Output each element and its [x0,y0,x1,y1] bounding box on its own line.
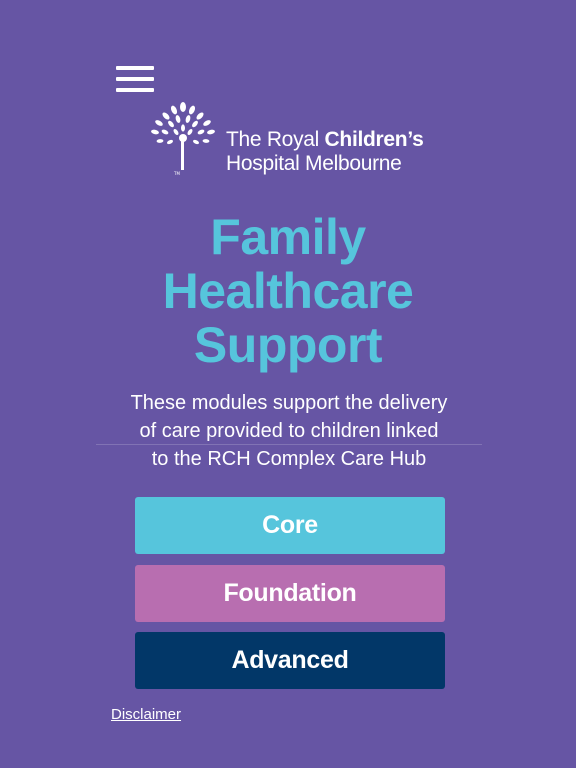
tree-logo-icon: TM [151,102,215,176]
logo-text: The Royal Children’s Hospital Melbourne [226,128,424,176]
intro-line: to the RCH Complex Care Hub [151,448,427,470]
trademark-mark: TM [173,171,180,176]
logo-line-2: Hospital Melbourne [226,152,402,175]
title-line: Family [210,209,366,265]
disclaimer-link[interactable]: Disclaimer [111,706,181,723]
logo-line-1: The Royal Children’s [226,128,424,151]
title-line: Healthcare [162,263,414,319]
foundation-module-button[interactable]: Foundation [135,565,445,622]
divider [96,444,482,445]
rch-logo: TM The Royal Children’s Hospital Melbour… [150,102,440,177]
hamburger-menu-icon [116,66,154,70]
title-line: Support [193,317,383,373]
page-title: Family Healthcare Support [0,210,576,372]
menu-button[interactable] [116,64,154,94]
intro-text: These modules support the delivery of ca… [96,389,482,473]
advanced-module-button[interactable]: Advanced [135,632,445,689]
core-module-button[interactable]: Core [135,497,445,554]
intro-line: of care provided to children linked [139,420,439,442]
intro-line: These modules support the delivery [130,392,448,414]
